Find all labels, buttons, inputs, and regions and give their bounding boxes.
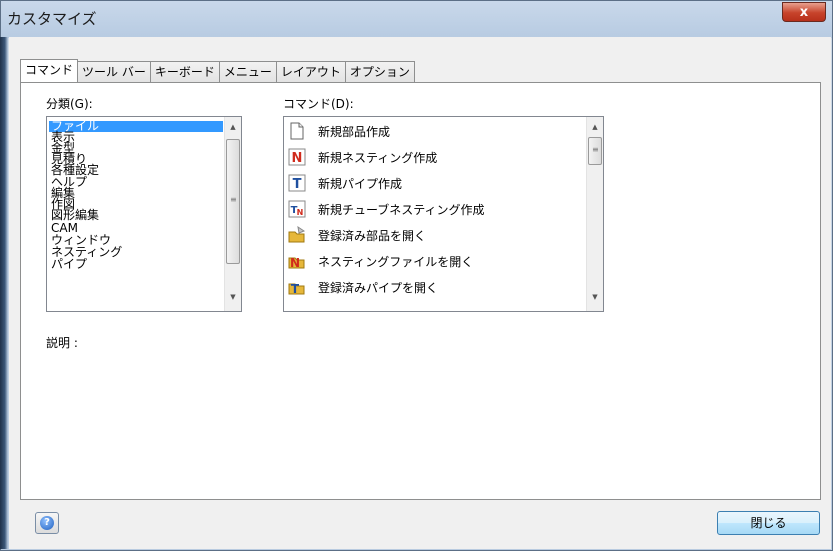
command-label: 登録済みパイプを開く xyxy=(318,280,439,295)
grip-icon: ≡ xyxy=(230,195,237,204)
open-pipe-icon: T xyxy=(288,278,306,296)
close-button[interactable]: 閉じる xyxy=(717,511,820,535)
tab-keyboard[interactable]: キーボード xyxy=(149,61,220,82)
commands-tab-panel: 分類(G): コマンド(D): ファイル 表示 金型 見積り 各種設定 ヘルプ … xyxy=(20,82,821,500)
window-left-border xyxy=(0,37,8,549)
nesting-n-icon: N xyxy=(288,148,306,166)
pipe-t-icon: T xyxy=(288,174,306,192)
list-item[interactable]: パイプ xyxy=(51,258,87,270)
commands-label: コマンド(D): xyxy=(283,97,354,111)
list-item[interactable]: ファイル xyxy=(49,120,223,132)
command-label: 新規ネスティング作成 xyxy=(318,150,438,165)
scroll-thumb[interactable]: ≡ xyxy=(226,139,240,264)
tube-nesting-icon: TN xyxy=(288,200,306,218)
commands-listbox[interactable]: 新規部品作成 N 新規ネスティング作成 T 新規パイプ作成 TN 新規チューブネ… xyxy=(283,116,604,312)
command-item-new-tube-nesting[interactable]: TN 新規チューブネスティング作成 xyxy=(288,196,485,222)
tab-menu[interactable]: メニュー xyxy=(218,61,277,82)
scroll-up-icon[interactable]: ▲ xyxy=(225,119,241,136)
command-item-open-registered-pipe[interactable]: T 登録済みパイプを開く xyxy=(288,274,438,300)
open-folder-icon xyxy=(288,225,306,244)
category-label: 分類(G): xyxy=(46,97,93,111)
grip-icon: ≡ xyxy=(592,145,599,154)
command-label: 新規パイプ作成 xyxy=(318,176,403,191)
help-button[interactable]: ? xyxy=(35,512,59,534)
title-bar: カスタマイズ x xyxy=(1,1,832,38)
window-title: カスタマイズ xyxy=(7,10,97,28)
list-item[interactable]: 図形編集 xyxy=(51,209,99,221)
tab-commands[interactable]: コマンド xyxy=(20,59,79,82)
tab-options[interactable]: オプション xyxy=(344,61,415,82)
new-document-icon xyxy=(288,122,306,140)
tab-strip: コマンド ツール バー キーボード メニュー レイアウト オプション xyxy=(20,59,415,82)
command-label: 新規部品作成 xyxy=(318,124,391,139)
command-item-open-nesting-file[interactable]: N ネスティングファイルを開く xyxy=(288,248,473,274)
open-nesting-icon: N xyxy=(288,252,306,270)
scroll-thumb[interactable]: ≡ xyxy=(588,137,602,165)
category-scrollbar[interactable]: ▲ ≡ ▼ xyxy=(224,117,241,311)
commands-scrollbar[interactable]: ▲ ≡ ▼ xyxy=(586,117,603,311)
command-label: 登録済み部品を開く xyxy=(318,228,427,243)
svg-text:N: N xyxy=(290,256,300,270)
scroll-down-icon[interactable]: ▼ xyxy=(587,289,603,306)
help-icon: ? xyxy=(40,516,54,530)
command-label: 新規チューブネスティング作成 xyxy=(318,202,485,217)
svg-text:N: N xyxy=(297,208,304,217)
command-item-new-part[interactable]: 新規部品作成 xyxy=(288,118,390,144)
scroll-down-icon[interactable]: ▼ xyxy=(225,289,241,306)
command-item-new-pipe[interactable]: T 新規パイプ作成 xyxy=(288,170,402,196)
category-listbox[interactable]: ファイル 表示 金型 見積り 各種設定 ヘルプ 編集 作図 図形編集 CAM ウ… xyxy=(46,116,242,312)
window-close-button[interactable]: x xyxy=(782,2,826,22)
command-item-open-registered-part[interactable]: 登録済み部品を開く xyxy=(288,222,426,248)
svg-text:N: N xyxy=(292,151,303,166)
svg-text:T: T xyxy=(291,282,300,296)
svg-text:T: T xyxy=(293,177,302,192)
command-label: ネスティングファイルを開く xyxy=(318,254,474,269)
tab-layout[interactable]: レイアウト xyxy=(275,61,346,82)
scroll-up-icon[interactable]: ▲ xyxy=(587,119,603,136)
description-label: 説明 : xyxy=(46,336,78,350)
close-icon: x xyxy=(799,5,809,20)
command-item-new-nesting[interactable]: N 新規ネスティング作成 xyxy=(288,144,437,170)
tab-toolbars[interactable]: ツール バー xyxy=(77,61,151,82)
